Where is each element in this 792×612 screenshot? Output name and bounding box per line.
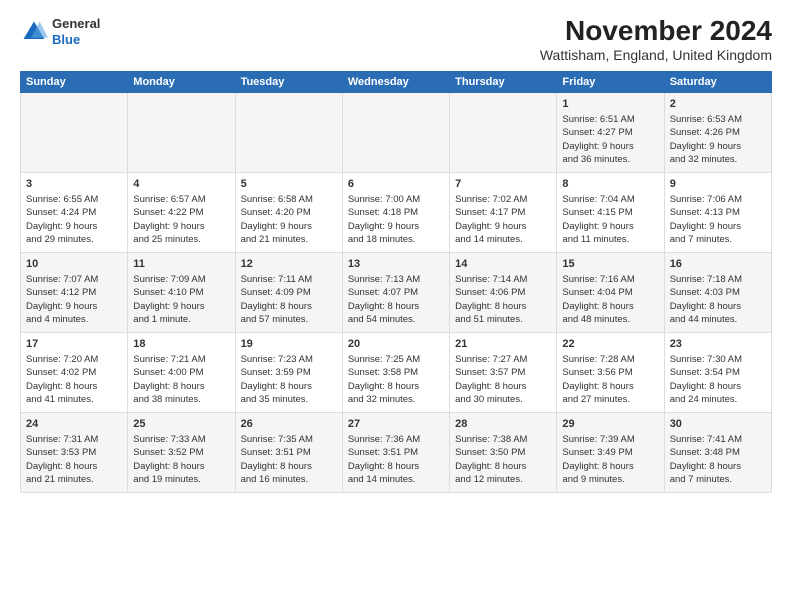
title-block: November 2024 Wattisham, England, United…	[540, 16, 772, 63]
th-friday: Friday	[557, 71, 664, 92]
calendar-cell: 25Sunrise: 7:33 AMSunset: 3:52 PMDayligh…	[128, 412, 235, 492]
calendar-cell: 26Sunrise: 7:35 AMSunset: 3:51 PMDayligh…	[235, 412, 342, 492]
calendar-cell	[450, 92, 557, 172]
calendar-cell: 2Sunrise: 6:53 AMSunset: 4:26 PMDaylight…	[664, 92, 771, 172]
day-number: 17	[26, 337, 122, 352]
calendar-cell: 24Sunrise: 7:31 AMSunset: 3:53 PMDayligh…	[21, 412, 128, 492]
calendar-cell: 4Sunrise: 6:57 AMSunset: 4:22 PMDaylight…	[128, 172, 235, 252]
day-number: 19	[241, 337, 337, 352]
logo-text: General Blue	[52, 16, 100, 47]
calendar-cell	[128, 92, 235, 172]
day-number: 1	[562, 97, 658, 112]
page: General Blue November 2024 Wattisham, En…	[0, 0, 792, 612]
calendar-cell: 14Sunrise: 7:14 AMSunset: 4:06 PMDayligh…	[450, 252, 557, 332]
calendar-week-2: 3Sunrise: 6:55 AMSunset: 4:24 PMDaylight…	[21, 172, 772, 252]
day-number: 7	[455, 177, 551, 192]
calendar-cell: 30Sunrise: 7:41 AMSunset: 3:48 PMDayligh…	[664, 412, 771, 492]
calendar-body: 1Sunrise: 6:51 AMSunset: 4:27 PMDaylight…	[21, 92, 772, 492]
day-number: 12	[241, 257, 337, 272]
day-number: 4	[133, 177, 229, 192]
calendar-cell: 18Sunrise: 7:21 AMSunset: 4:00 PMDayligh…	[128, 332, 235, 412]
calendar-cell: 15Sunrise: 7:16 AMSunset: 4:04 PMDayligh…	[557, 252, 664, 332]
logo-icon	[20, 18, 48, 46]
calendar-cell: 22Sunrise: 7:28 AMSunset: 3:56 PMDayligh…	[557, 332, 664, 412]
calendar-cell: 8Sunrise: 7:04 AMSunset: 4:15 PMDaylight…	[557, 172, 664, 252]
calendar-cell: 5Sunrise: 6:58 AMSunset: 4:20 PMDaylight…	[235, 172, 342, 252]
calendar-cell: 9Sunrise: 7:06 AMSunset: 4:13 PMDaylight…	[664, 172, 771, 252]
logo-general: General	[52, 16, 100, 31]
calendar-week-3: 10Sunrise: 7:07 AMSunset: 4:12 PMDayligh…	[21, 252, 772, 332]
calendar-cell: 16Sunrise: 7:18 AMSunset: 4:03 PMDayligh…	[664, 252, 771, 332]
day-number: 8	[562, 177, 658, 192]
calendar-cell: 28Sunrise: 7:38 AMSunset: 3:50 PMDayligh…	[450, 412, 557, 492]
th-thursday: Thursday	[450, 71, 557, 92]
calendar-cell: 20Sunrise: 7:25 AMSunset: 3:58 PMDayligh…	[342, 332, 449, 412]
day-number: 29	[562, 417, 658, 432]
day-number: 21	[455, 337, 551, 352]
weekday-row: Sunday Monday Tuesday Wednesday Thursday…	[21, 71, 772, 92]
calendar-cell: 23Sunrise: 7:30 AMSunset: 3:54 PMDayligh…	[664, 332, 771, 412]
day-number: 30	[670, 417, 766, 432]
th-tuesday: Tuesday	[235, 71, 342, 92]
day-number: 3	[26, 177, 122, 192]
th-monday: Monday	[128, 71, 235, 92]
header: General Blue November 2024 Wattisham, En…	[20, 16, 772, 63]
day-number: 15	[562, 257, 658, 272]
calendar-cell: 27Sunrise: 7:36 AMSunset: 3:51 PMDayligh…	[342, 412, 449, 492]
day-number: 20	[348, 337, 444, 352]
calendar-cell: 10Sunrise: 7:07 AMSunset: 4:12 PMDayligh…	[21, 252, 128, 332]
calendar-cell: 1Sunrise: 6:51 AMSunset: 4:27 PMDaylight…	[557, 92, 664, 172]
day-number: 27	[348, 417, 444, 432]
calendar-week-4: 17Sunrise: 7:20 AMSunset: 4:02 PMDayligh…	[21, 332, 772, 412]
location: Wattisham, England, United Kingdom	[540, 47, 772, 63]
calendar-cell: 12Sunrise: 7:11 AMSunset: 4:09 PMDayligh…	[235, 252, 342, 332]
calendar-cell: 6Sunrise: 7:00 AMSunset: 4:18 PMDaylight…	[342, 172, 449, 252]
calendar-cell	[235, 92, 342, 172]
calendar-week-5: 24Sunrise: 7:31 AMSunset: 3:53 PMDayligh…	[21, 412, 772, 492]
day-number: 23	[670, 337, 766, 352]
day-number: 13	[348, 257, 444, 272]
day-number: 18	[133, 337, 229, 352]
calendar-cell: 19Sunrise: 7:23 AMSunset: 3:59 PMDayligh…	[235, 332, 342, 412]
day-number: 5	[241, 177, 337, 192]
day-number: 16	[670, 257, 766, 272]
day-number: 25	[133, 417, 229, 432]
calendar-cell	[342, 92, 449, 172]
day-number: 14	[455, 257, 551, 272]
calendar-cell: 21Sunrise: 7:27 AMSunset: 3:57 PMDayligh…	[450, 332, 557, 412]
month-title: November 2024	[540, 16, 772, 47]
day-number: 2	[670, 97, 766, 112]
calendar-cell: 29Sunrise: 7:39 AMSunset: 3:49 PMDayligh…	[557, 412, 664, 492]
th-sunday: Sunday	[21, 71, 128, 92]
day-number: 11	[133, 257, 229, 272]
day-number: 24	[26, 417, 122, 432]
th-saturday: Saturday	[664, 71, 771, 92]
calendar-cell: 17Sunrise: 7:20 AMSunset: 4:02 PMDayligh…	[21, 332, 128, 412]
day-number: 6	[348, 177, 444, 192]
calendar-cell: 7Sunrise: 7:02 AMSunset: 4:17 PMDaylight…	[450, 172, 557, 252]
logo-blue: Blue	[52, 32, 80, 47]
calendar-header: Sunday Monday Tuesday Wednesday Thursday…	[21, 71, 772, 92]
calendar-table: Sunday Monday Tuesday Wednesday Thursday…	[20, 71, 772, 493]
calendar-cell: 11Sunrise: 7:09 AMSunset: 4:10 PMDayligh…	[128, 252, 235, 332]
calendar-cell	[21, 92, 128, 172]
calendar-cell: 13Sunrise: 7:13 AMSunset: 4:07 PMDayligh…	[342, 252, 449, 332]
day-number: 22	[562, 337, 658, 352]
day-number: 26	[241, 417, 337, 432]
day-number: 9	[670, 177, 766, 192]
logo: General Blue	[20, 16, 100, 47]
calendar-week-1: 1Sunrise: 6:51 AMSunset: 4:27 PMDaylight…	[21, 92, 772, 172]
th-wednesday: Wednesday	[342, 71, 449, 92]
day-number: 10	[26, 257, 122, 272]
day-number: 28	[455, 417, 551, 432]
calendar-cell: 3Sunrise: 6:55 AMSunset: 4:24 PMDaylight…	[21, 172, 128, 252]
